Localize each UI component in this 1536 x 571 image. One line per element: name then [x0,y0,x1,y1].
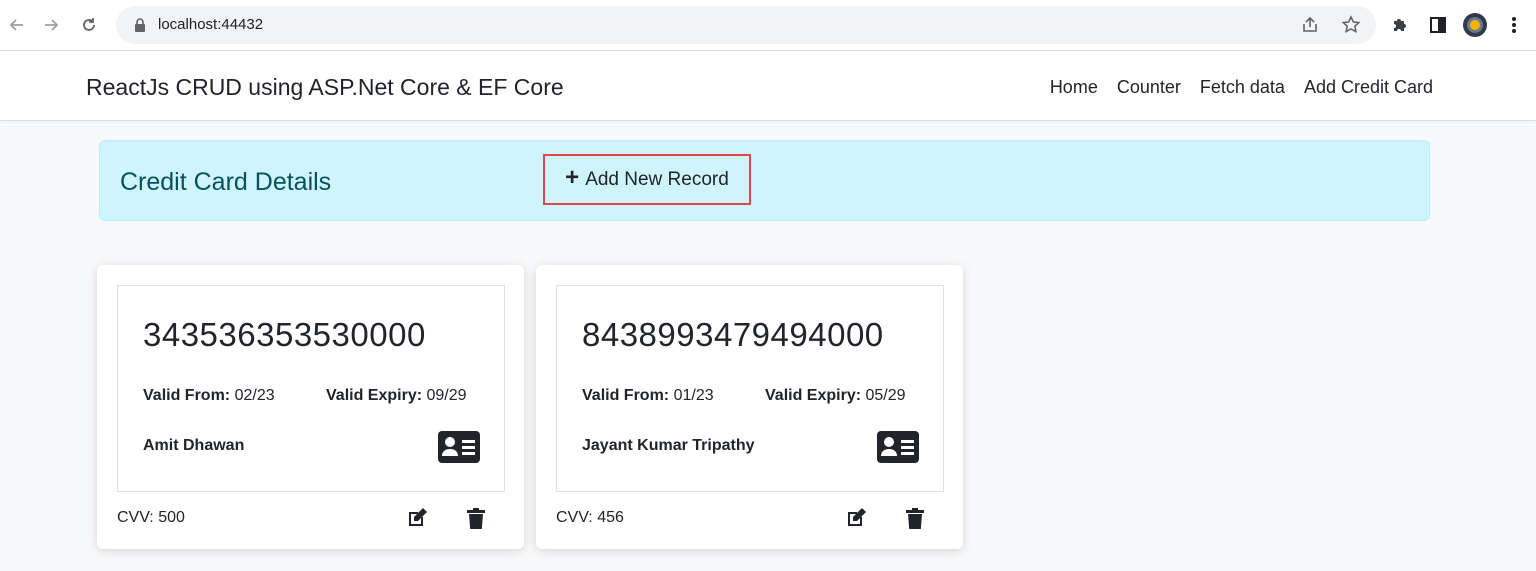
valid-expiry-value: 05/29 [865,387,906,404]
plus-icon: + [565,164,580,191]
valid-expiry-label: Valid Expiry: [326,387,423,404]
app-navbar: ReactJs CRUD using ASP.Net Core & EF Cor… [0,51,1536,121]
nav-link-home[interactable]: Home [1050,77,1098,98]
share-icon[interactable] [1298,13,1322,37]
lock-icon [134,18,146,37]
nav-link-fetch-data[interactable]: Fetch data [1200,77,1285,98]
card-holder-name: Amit Dhawan [143,437,245,454]
browser-toolbar: localhost:44432 [0,0,1536,51]
credit-card: 8438993479494000 Valid From: 01/23 Valid… [536,265,963,549]
valid-from: Valid From: 01/23 [582,387,714,405]
valid-expiry: Valid Expiry: 09/29 [326,387,467,405]
edit-icon[interactable] [845,507,867,529]
valid-expiry-value: 09/29 [426,387,467,404]
id-card-icon [438,431,480,463]
credit-card: 343536353530000 Valid From: 02/23 Valid … [97,265,524,549]
brand-title[interactable]: ReactJs CRUD using ASP.Net Core & EF Cor… [86,74,564,101]
id-card-icon [877,431,919,463]
valid-from-label: Valid From: [143,387,231,404]
card-number: 8438993479494000 [582,316,884,353]
trash-icon[interactable] [467,508,485,529]
profile-avatar-icon[interactable] [1463,13,1487,37]
side-panel-icon[interactable] [1426,13,1450,37]
valid-from-label: Valid From: [582,387,670,404]
menu-kebab-icon[interactable] [1502,13,1526,37]
back-arrow-icon[interactable] [4,12,30,38]
cvv-text: CVV: 456 [556,509,624,526]
nav-links: Home Counter Fetch data Add Credit Card [1050,77,1433,98]
valid-from-value: 02/23 [234,387,275,404]
forward-arrow-icon[interactable] [38,12,64,38]
reload-icon[interactable] [76,12,102,38]
valid-from: Valid From: 02/23 [143,387,275,405]
valid-expiry-label: Valid Expiry: [765,387,862,404]
card-holder-name: Jayant Kumar Tripathy [582,437,755,454]
valid-from-value: 01/23 [673,387,714,404]
cvv-text: CVV: 500 [117,509,185,526]
card-body: 343536353530000 Valid From: 02/23 Valid … [117,285,505,492]
nav-link-counter[interactable]: Counter [1117,77,1181,98]
address-bar[interactable]: localhost:44432 [116,6,1376,44]
valid-expiry: Valid Expiry: 05/29 [765,387,906,405]
credit-card-header: Credit Card Details + Add New Record [99,140,1430,221]
trash-icon[interactable] [906,508,924,529]
card-number: 343536353530000 [143,316,426,353]
add-new-record-label: Add New Record [585,168,729,190]
page-title: Credit Card Details [120,168,332,196]
extensions-puzzle-icon[interactable] [1388,13,1412,37]
add-new-record-button[interactable]: + Add New Record [543,154,751,205]
bookmark-star-icon[interactable] [1339,13,1363,37]
nav-link-add-credit-card[interactable]: Add Credit Card [1304,77,1433,98]
url-text: localhost:44432 [158,16,264,33]
card-body: 8438993479494000 Valid From: 01/23 Valid… [556,285,944,492]
edit-icon[interactable] [406,507,428,529]
